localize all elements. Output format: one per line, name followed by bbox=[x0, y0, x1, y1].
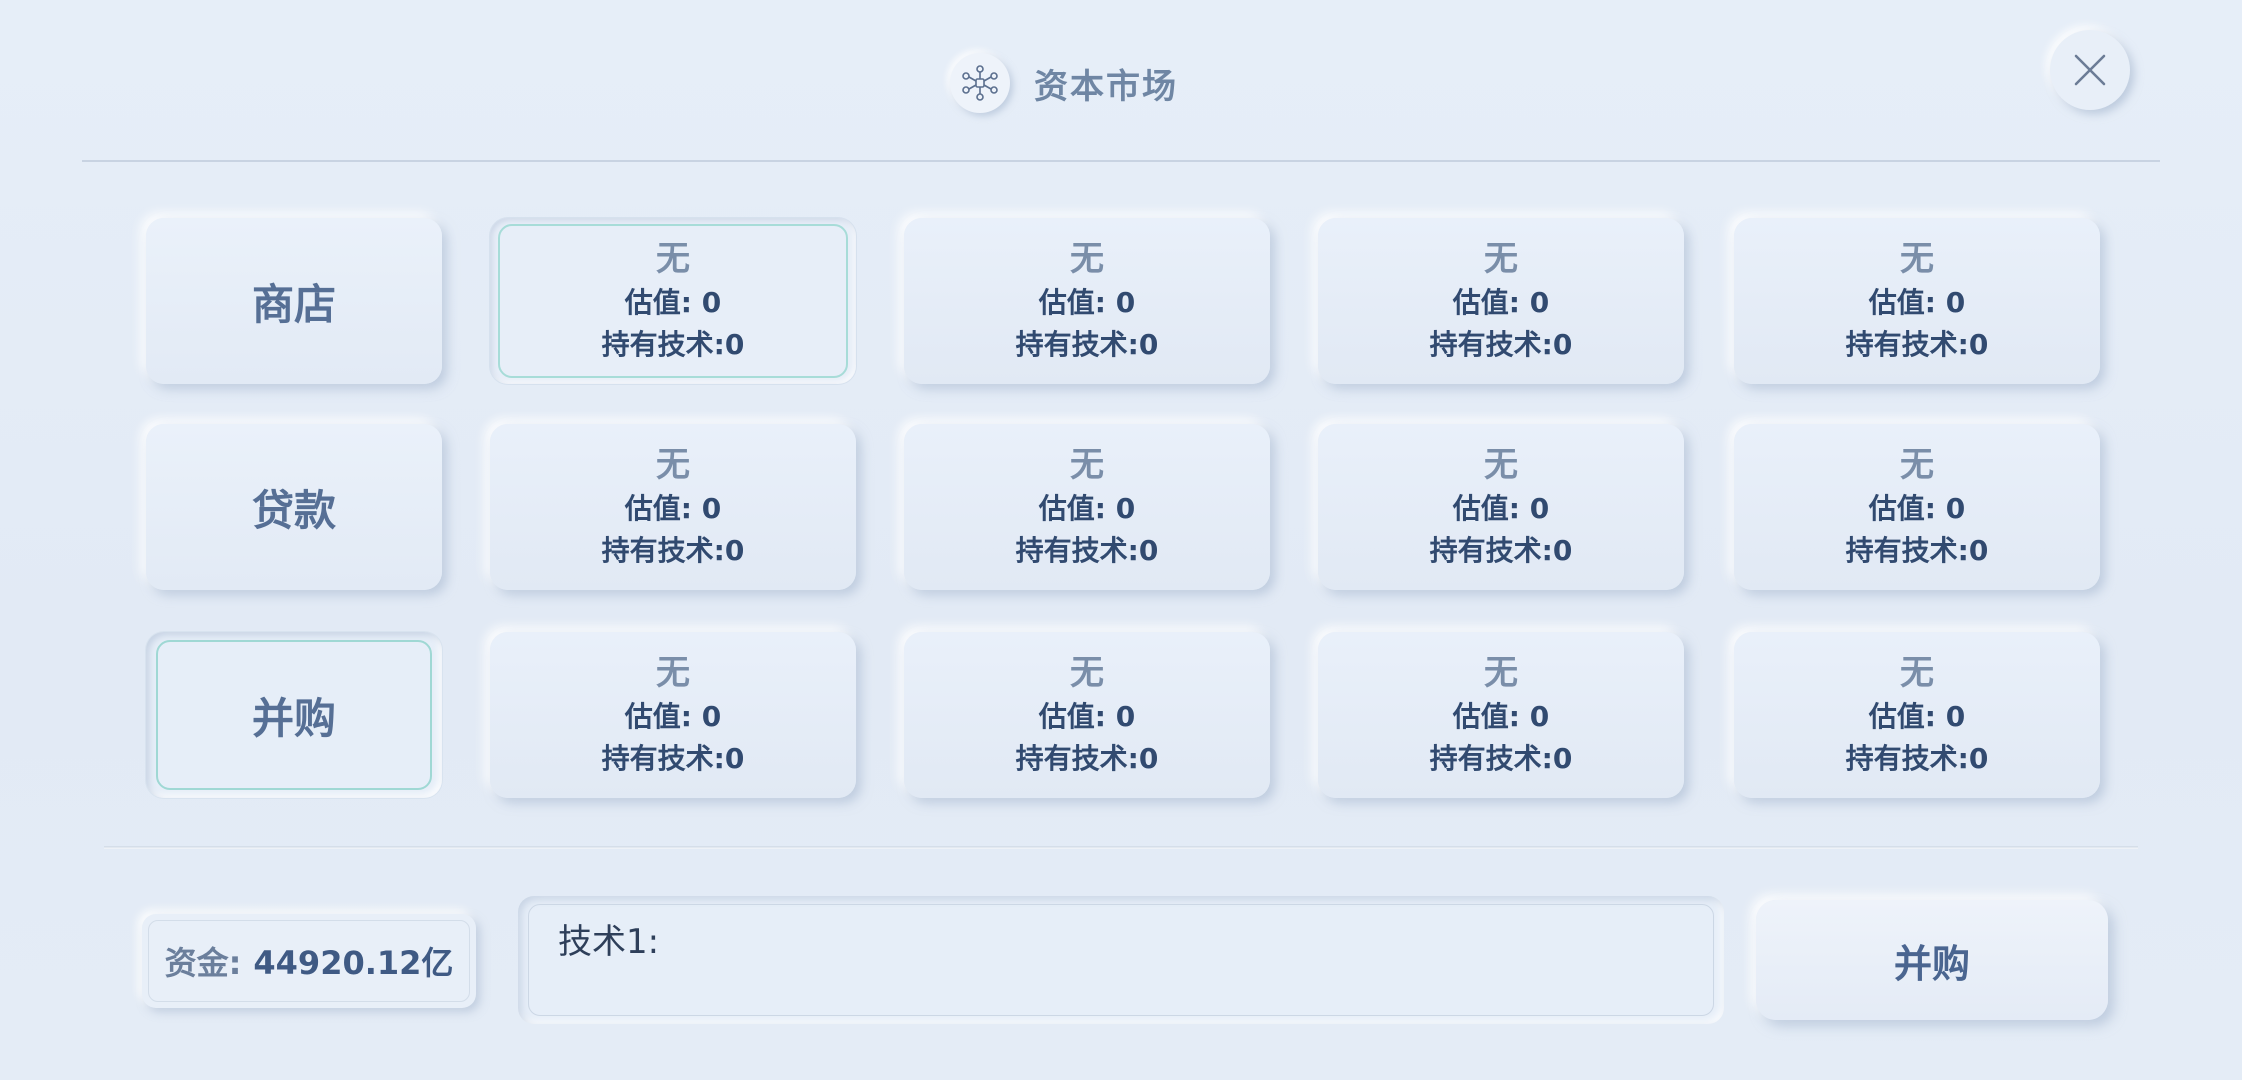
company-name: 无 bbox=[1070, 239, 1104, 279]
footer-divider bbox=[104, 846, 2138, 849]
company-tech: 持有技术:0 bbox=[1429, 328, 1573, 361]
funds-display: 资金: 44920.12亿 bbox=[142, 914, 476, 1008]
network-hub-icon bbox=[950, 53, 1010, 113]
company-name: 无 bbox=[656, 445, 690, 485]
company-card[interactable]: 无 估值: 0 持有技术:0 bbox=[1318, 218, 1684, 384]
funds-value: 44920.12亿 bbox=[253, 944, 454, 982]
company-name: 无 bbox=[656, 653, 690, 693]
company-tech: 持有技术:0 bbox=[1015, 742, 1159, 775]
company-tech: 持有技术:0 bbox=[1429, 534, 1573, 567]
company-valuation: 估值: 0 bbox=[624, 700, 722, 733]
company-name: 无 bbox=[656, 239, 690, 279]
company-valuation: 估值: 0 bbox=[1868, 700, 1966, 733]
header-divider bbox=[82, 160, 2160, 162]
merge-button[interactable]: 并购 bbox=[1756, 900, 2108, 1020]
company-name: 无 bbox=[1484, 445, 1518, 485]
company-card[interactable]: 无 估值: 0 持有技术:0 bbox=[1734, 632, 2100, 798]
company-valuation: 估值: 0 bbox=[1868, 286, 1966, 319]
company-card[interactable]: 无 估值: 0 持有技术:0 bbox=[490, 424, 856, 590]
company-valuation: 估值: 0 bbox=[624, 492, 722, 525]
company-valuation: 估值: 0 bbox=[1868, 492, 1966, 525]
company-name: 无 bbox=[1900, 653, 1934, 693]
company-valuation: 估值: 0 bbox=[1452, 700, 1550, 733]
sidebar-item-label: 贷款 bbox=[251, 485, 336, 535]
company-tech: 持有技术:0 bbox=[601, 742, 745, 775]
company-card[interactable]: 无 估值: 0 持有技术:0 bbox=[1318, 632, 1684, 798]
company-tech: 持有技术:0 bbox=[1429, 742, 1573, 775]
company-card[interactable]: 无 估值: 0 持有技术:0 bbox=[490, 218, 856, 384]
sidebar-item-loan[interactable]: 贷款 bbox=[146, 424, 442, 590]
company-card[interactable]: 无 估值: 0 持有技术:0 bbox=[1734, 218, 2100, 384]
company-name: 无 bbox=[1900, 239, 1934, 279]
close-icon bbox=[2074, 54, 2106, 86]
company-card[interactable]: 无 估值: 0 持有技术:0 bbox=[490, 632, 856, 798]
company-name: 无 bbox=[1484, 239, 1518, 279]
company-name: 无 bbox=[1070, 653, 1104, 693]
company-valuation: 估值: 0 bbox=[1038, 492, 1136, 525]
header: 资本市场 bbox=[0, 0, 2242, 162]
company-valuation: 估值: 0 bbox=[1452, 286, 1550, 319]
company-tech: 持有技术:0 bbox=[1845, 742, 1989, 775]
company-valuation: 估值: 0 bbox=[624, 286, 722, 319]
sidebar-item-label: 并购 bbox=[251, 693, 336, 743]
company-tech: 持有技术:0 bbox=[1015, 328, 1159, 361]
sidebar-item-shop[interactable]: 商店 bbox=[146, 218, 442, 384]
page-title: 资本市场 bbox=[1034, 66, 1178, 107]
company-tech: 持有技术:0 bbox=[1845, 534, 1989, 567]
tech-info-text: 技术1: bbox=[558, 922, 660, 962]
company-card[interactable]: 无 估值: 0 持有技术:0 bbox=[1318, 424, 1684, 590]
company-valuation: 估值: 0 bbox=[1038, 700, 1136, 733]
title-area: 资本市场 bbox=[950, 52, 1178, 114]
company-valuation: 估值: 0 bbox=[1038, 286, 1136, 319]
sidebar-item-merger[interactable]: 并购 bbox=[146, 632, 442, 798]
company-card[interactable]: 无 估值: 0 持有技术:0 bbox=[1734, 424, 2100, 590]
sidebar-item-label: 商店 bbox=[251, 279, 336, 329]
company-card[interactable]: 无 估值: 0 持有技术:0 bbox=[904, 424, 1270, 590]
tech-info-field[interactable]: 技术1: bbox=[518, 896, 1724, 1024]
company-tech: 持有技术:0 bbox=[1845, 328, 1989, 361]
company-name: 无 bbox=[1900, 445, 1934, 485]
close-button[interactable] bbox=[2050, 30, 2130, 110]
company-card[interactable]: 无 估值: 0 持有技术:0 bbox=[904, 632, 1270, 798]
company-name: 无 bbox=[1070, 445, 1104, 485]
capital-market-screen: 资本市场 商店 贷款 并购 无 估值: 0 持有技术:0 无 估值: 0 持有技… bbox=[0, 0, 2242, 1080]
company-card[interactable]: 无 估值: 0 持有技术:0 bbox=[904, 218, 1270, 384]
company-tech: 持有技术:0 bbox=[601, 328, 745, 361]
funds-label: 资金: bbox=[164, 944, 242, 982]
company-tech: 持有技术:0 bbox=[601, 534, 745, 567]
company-name: 无 bbox=[1484, 653, 1518, 693]
company-tech: 持有技术:0 bbox=[1015, 534, 1159, 567]
merge-button-label: 并购 bbox=[1893, 941, 1970, 986]
company-valuation: 估值: 0 bbox=[1452, 492, 1550, 525]
